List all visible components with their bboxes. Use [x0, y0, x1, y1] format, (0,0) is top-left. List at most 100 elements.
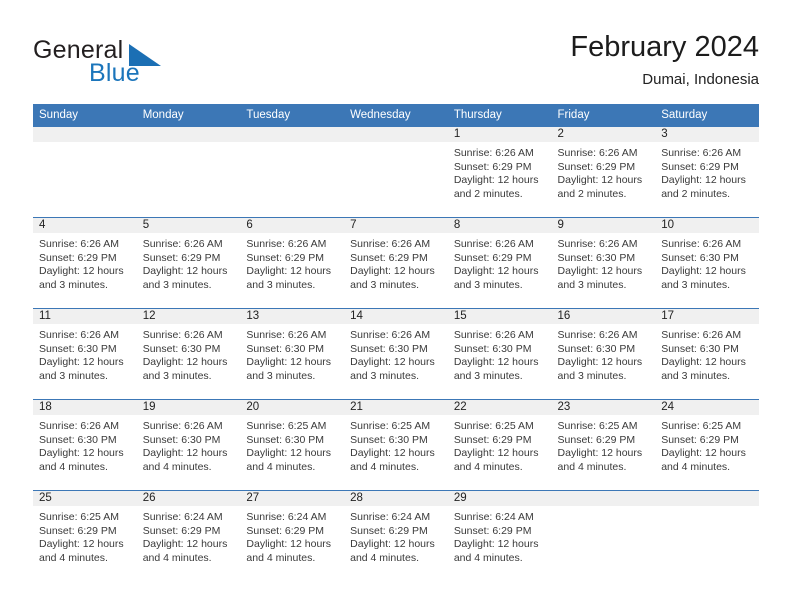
calendar-day-cell[interactable]: 4 Sunrise: 6:26 AM Sunset: 6:29 PM Daylight… — [33, 217, 137, 309]
day-cell-content: 8 Sunrise: 6:26 AM Sunset: 6:29 PM Daylight… — [447, 218, 552, 307]
day-details: Sunrise: 6:24 AM Sunset: 6:29 PM Daylight:… — [137, 506, 241, 565]
day-cell-content: 20 Sunrise: 6:25 AM Sunset: 6:30 PM Dayligh… — [240, 400, 345, 489]
sunrise-text: Sunrise: 6:26 AM — [39, 238, 119, 250]
day-number: 28 — [344, 491, 448, 506]
daylight-text-line2: and 3 minutes. — [453, 369, 523, 382]
calendar-day-cell[interactable]: 28 Sunrise: 6:24 AM Sunset: 6:29 PM Dayligh… — [344, 490, 448, 581]
day-number: 12 — [136, 309, 241, 324]
day-details: Sunrise: 6:24 AM Sunset: 6:29 PM Daylight:… — [448, 506, 552, 565]
sunset-text: Sunset: 6:30 PM — [350, 433, 428, 446]
day-details: Sunrise: 6:26 AM Sunset: 6:30 PM Daylight:… — [655, 233, 759, 292]
calendar-week-row: 18 Sunrise: 6:26 AM Sunset: 6:30 PM Dayligh… — [33, 399, 759, 491]
calendar-day-cell[interactable]: 26 Sunrise: 6:24 AM Sunset: 6:29 PM Dayligh… — [136, 490, 241, 581]
day-cell-content: 6 Sunrise: 6:26 AM Sunset: 6:29 PM Daylight… — [240, 218, 345, 307]
daylight-text-line2: and 2 minutes. — [557, 187, 627, 200]
daylight-text-line2: and 4 minutes. — [557, 460, 627, 473]
daylight-text-line1: Daylight: 12 hours — [661, 174, 746, 187]
sunset-text: Sunset: 6:30 PM — [453, 342, 532, 355]
day-details: Sunrise: 6:26 AM Sunset: 6:30 PM Daylight:… — [448, 324, 552, 383]
sunset-text: Sunset: 6:29 PM — [350, 251, 428, 264]
daylight-text-line1: Daylight: 12 hours — [350, 265, 435, 278]
day-cell-content: 10 Sunrise: 6:26 AM Sunset: 6:30 PM Dayligh… — [655, 218, 759, 307]
calendar-day-cell[interactable]: 1 Sunrise: 6:26 AM Sunset: 6:29 PM Daylight… — [447, 126, 552, 218]
calendar-day-cell[interactable]: 2 Sunrise: 6:26 AM Sunset: 6:29 PM Daylight… — [551, 126, 656, 218]
daylight-text-line1: Daylight: 12 hours — [350, 447, 435, 460]
calendar-day-cell[interactable]: 9 Sunrise: 6:26 AM Sunset: 6:30 PM Daylight… — [551, 217, 656, 309]
calendar-day-cell[interactable]: 3 Sunrise: 6:26 AM Sunset: 6:29 PM Daylight… — [655, 126, 759, 218]
sunrise-text: Sunrise: 6:26 AM — [557, 329, 638, 341]
calendar-day-cell[interactable]: 18 Sunrise: 6:26 AM Sunset: 6:30 PM Dayligh… — [33, 399, 137, 491]
weekday-header-tuesday: Tuesday — [240, 104, 345, 127]
brand-logo[interactable]: General Blue — [33, 36, 243, 92]
title-block: February 2024 Dumai, Indonesia — [570, 30, 759, 91]
weekday-header-friday: Friday — [551, 104, 656, 127]
calendar-day-cell[interactable]: 8 Sunrise: 6:26 AM Sunset: 6:29 PM Daylight… — [447, 217, 552, 309]
sunset-text: Sunset: 6:30 PM — [557, 342, 636, 355]
sunset-text: Sunset: 6:30 PM — [661, 251, 739, 264]
day-cell-content: 26 Sunrise: 6:24 AM Sunset: 6:29 PM Dayligh… — [136, 491, 241, 580]
calendar-day-cell[interactable]: 15 Sunrise: 6:26 AM Sunset: 6:30 PM Dayligh… — [447, 308, 552, 400]
calendar-day-cell[interactable]: 16 Sunrise: 6:26 AM Sunset: 6:30 PM Dayligh… — [551, 308, 656, 400]
sunset-text: Sunset: 6:30 PM — [142, 433, 221, 446]
day-details: Sunrise: 6:25 AM Sunset: 6:29 PM Daylight:… — [552, 415, 656, 474]
day-number: 9 — [551, 218, 656, 233]
calendar-day-cell[interactable]: 12 Sunrise: 6:26 AM Sunset: 6:30 PM Dayligh… — [136, 308, 241, 400]
sunrise-text: Sunrise: 6:26 AM — [39, 329, 119, 341]
daylight-text-line1: Daylight: 12 hours — [453, 538, 539, 551]
weekday-header-wednesday: Wednesday — [344, 104, 448, 127]
day-cell-content: 11 Sunrise: 6:26 AM Sunset: 6:30 PM Dayligh… — [33, 309, 137, 398]
calendar-day-cell[interactable]: 25 Sunrise: 6:25 AM Sunset: 6:29 PM Dayligh… — [33, 490, 137, 581]
day-number: 27 — [240, 491, 345, 506]
day-number — [33, 127, 137, 142]
calendar-day-cell-empty — [33, 126, 137, 218]
calendar-day-cell[interactable]: 27 Sunrise: 6:24 AM Sunset: 6:29 PM Dayligh… — [240, 490, 345, 581]
sunset-text: Sunset: 6:29 PM — [453, 251, 532, 264]
calendar-day-cell[interactable]: 10 Sunrise: 6:26 AM Sunset: 6:30 PM Dayligh… — [655, 217, 759, 309]
day-cell-content: 29 Sunrise: 6:24 AM Sunset: 6:29 PM Dayligh… — [447, 491, 552, 580]
calendar-day-cell[interactable]: 24 Sunrise: 6:25 AM Sunset: 6:29 PM Dayligh… — [655, 399, 759, 491]
calendar-day-cell[interactable]: 17 Sunrise: 6:26 AM Sunset: 6:30 PM Dayligh… — [655, 308, 759, 400]
calendar-day-cell[interactable]: 5 Sunrise: 6:26 AM Sunset: 6:29 PM Daylight… — [136, 217, 241, 309]
calendar-day-cell[interactable]: 19 Sunrise: 6:26 AM Sunset: 6:30 PM Dayligh… — [136, 399, 241, 491]
sunrise-text: Sunrise: 6:24 AM — [246, 511, 327, 523]
day-details: Sunrise: 6:26 AM Sunset: 6:30 PM Daylight:… — [655, 324, 759, 383]
day-details: Sunrise: 6:26 AM Sunset: 6:29 PM Daylight:… — [655, 142, 759, 201]
calendar-day-cell[interactable]: 7 Sunrise: 6:26 AM Sunset: 6:29 PM Daylight… — [344, 217, 448, 309]
calendar-day-cell[interactable]: 11 Sunrise: 6:26 AM Sunset: 6:30 PM Dayligh… — [33, 308, 137, 400]
calendar-day-cell[interactable]: 23 Sunrise: 6:25 AM Sunset: 6:29 PM Dayligh… — [551, 399, 656, 491]
daylight-text-line2: and 4 minutes. — [661, 460, 731, 473]
day-cell-content: 13 Sunrise: 6:26 AM Sunset: 6:30 PM Dayligh… — [240, 309, 345, 398]
day-number: 15 — [447, 309, 552, 324]
day-cell-content: 25 Sunrise: 6:25 AM Sunset: 6:29 PM Dayligh… — [33, 491, 137, 580]
day-cell-content: 1 Sunrise: 6:26 AM Sunset: 6:29 PM Daylight… — [447, 127, 552, 216]
day-number: 25 — [33, 491, 137, 506]
day-number: 23 — [551, 400, 656, 415]
day-details: Sunrise: 6:26 AM Sunset: 6:30 PM Daylight:… — [344, 324, 448, 383]
calendar-day-cell[interactable]: 22 Sunrise: 6:25 AM Sunset: 6:29 PM Dayligh… — [447, 399, 552, 491]
page-title: February 2024 — [570, 31, 759, 63]
calendar-day-cell[interactable]: 6 Sunrise: 6:26 AM Sunset: 6:29 PM Daylight… — [240, 217, 345, 309]
calendar-grid: Sunday Monday Tuesday Wednesday Thursday… — [33, 104, 759, 581]
day-details: Sunrise: 6:26 AM Sunset: 6:30 PM Daylight:… — [552, 233, 656, 292]
calendar-day-cell[interactable]: 21 Sunrise: 6:25 AM Sunset: 6:30 PM Dayligh… — [344, 399, 448, 491]
daylight-text-line1: Daylight: 12 hours — [453, 265, 539, 278]
day-cell-content: 15 Sunrise: 6:26 AM Sunset: 6:30 PM Dayligh… — [447, 309, 552, 398]
calendar-day-cell[interactable]: 13 Sunrise: 6:26 AM Sunset: 6:30 PM Dayligh… — [240, 308, 345, 400]
calendar-day-cell[interactable]: 20 Sunrise: 6:25 AM Sunset: 6:30 PM Dayligh… — [240, 399, 345, 491]
calendar-day-cell[interactable]: 29 Sunrise: 6:24 AM Sunset: 6:29 PM Dayligh… — [447, 490, 552, 581]
sunset-text: Sunset: 6:29 PM — [142, 251, 221, 264]
daylight-text-line2: and 3 minutes. — [246, 278, 316, 291]
day-cell-content: 3 Sunrise: 6:26 AM Sunset: 6:29 PM Daylight… — [655, 127, 759, 216]
day-details: Sunrise: 6:26 AM Sunset: 6:30 PM Daylight:… — [137, 415, 241, 474]
daylight-text-line2: and 3 minutes. — [453, 278, 523, 291]
sunrise-text: Sunrise: 6:25 AM — [246, 420, 327, 432]
sunset-text: Sunset: 6:29 PM — [453, 160, 532, 173]
sunrise-text: Sunrise: 6:26 AM — [453, 238, 534, 250]
daylight-text-line1: Daylight: 12 hours — [39, 265, 124, 278]
daylight-text-line2: and 4 minutes. — [142, 551, 212, 564]
calendar-day-cell[interactable]: 14 Sunrise: 6:26 AM Sunset: 6:30 PM Dayligh… — [344, 308, 448, 400]
sunrise-text: Sunrise: 6:26 AM — [453, 147, 534, 159]
sunset-text: Sunset: 6:29 PM — [661, 160, 739, 173]
daylight-text-line1: Daylight: 12 hours — [246, 447, 332, 460]
sunrise-text: Sunrise: 6:26 AM — [246, 329, 327, 341]
